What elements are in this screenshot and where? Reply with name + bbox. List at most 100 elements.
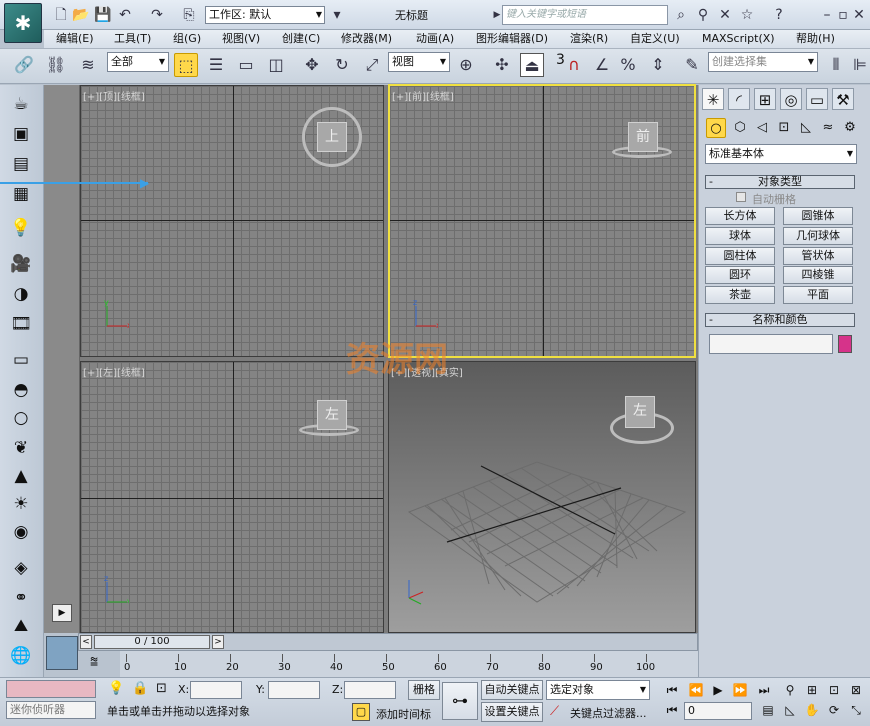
move-icon[interactable]: ✥ — [300, 53, 324, 77]
viewport-front[interactable]: [+][前][线框] 前 zx — [388, 84, 696, 358]
menu-graph-editors[interactable]: 图形编辑器(D) — [476, 31, 548, 47]
helpers-icon[interactable]: ◺ — [796, 118, 816, 138]
geometry-icon[interactable]: ○ — [706, 118, 726, 138]
diamond-grid-icon[interactable]: ◈ — [8, 556, 34, 580]
select-manipulate-icon[interactable]: ✣ — [490, 53, 514, 77]
display-tab-icon[interactable]: ▭ — [806, 88, 828, 110]
rotate-icon[interactable]: ↻ — [330, 53, 354, 77]
redo-icon[interactable]: ↷ — [148, 6, 166, 24]
menu-modifiers[interactable]: 修改器(M) — [341, 31, 392, 47]
search-input[interactable]: 键入关键字或短语 — [502, 5, 668, 25]
goto-start-icon[interactable]: ⏮ — [662, 681, 682, 699]
menu-tools[interactable]: 工具(T) — [114, 31, 151, 47]
object-category-select[interactable]: 标准基本体 ▼ — [705, 144, 857, 164]
render-frame-icon[interactable]: ▣ — [8, 122, 34, 146]
object-color-swatch[interactable] — [838, 335, 852, 353]
viewport-label[interactable]: [+][顶][线框] — [83, 88, 145, 103]
spinner-snap-icon[interactable]: ⇕ — [646, 53, 670, 77]
cameras-icon[interactable]: ⊡ — [774, 118, 794, 138]
angle-snap-icon[interactable]: ∠ — [590, 53, 614, 77]
favorites-star-icon[interactable]: ☆ — [738, 6, 756, 24]
pan-hand-icon[interactable]: ✋ — [802, 701, 822, 719]
viewport-layout-icon[interactable] — [46, 636, 78, 670]
close-icon[interactable]: ✕ — [850, 6, 868, 24]
keyboard-shortcut-override-icon[interactable]: ⏏ — [520, 53, 544, 77]
menu-edit[interactable]: 编辑(E) — [56, 31, 94, 47]
layer-manager-icon[interactable]: ▦ — [8, 182, 34, 206]
menu-help[interactable]: 帮助(H) — [796, 31, 835, 47]
new-file-icon[interactable]: 🗋 — [52, 6, 70, 24]
unlink-icon[interactable]: ⛓ — [44, 53, 68, 77]
help-icon[interactable]: ? — [770, 6, 788, 24]
cone-icon[interactable]: ▲ — [8, 464, 34, 488]
box-button[interactable]: 长方体 — [705, 207, 775, 225]
prev-key-icon[interactable]: ⏪ — [686, 681, 706, 699]
hierarchy-tab-icon[interactable]: ⊞ — [754, 88, 776, 110]
menu-customize[interactable]: 自定义(U) — [630, 31, 680, 47]
menu-views[interactable]: 视图(V) — [222, 31, 260, 47]
key-filters-button[interactable]: 关键点过滤器... — [570, 705, 647, 721]
next-key-icon[interactable]: ⏩ — [730, 681, 750, 699]
object-type-rollout[interactable]: - 对象类型 — [705, 175, 855, 189]
maximize-viewport-icon[interactable]: ⤡ — [846, 701, 866, 719]
y-coordinate-field[interactable] — [268, 681, 320, 699]
cone-button[interactable]: 圆锥体 — [783, 207, 853, 225]
edit-named-selection-icon[interactable]: ✎ — [680, 53, 704, 77]
viewcube[interactable]: 左 — [625, 396, 655, 428]
systems-icon[interactable]: ⚙ — [840, 118, 860, 138]
maxscript-mini-listener[interactable]: 迷你侦听器 — [6, 701, 96, 719]
subscription-icon[interactable]: ⚲ — [694, 6, 712, 24]
teapot-icon[interactable]: ☕ — [8, 92, 34, 116]
viewcube[interactable]: 前 — [628, 122, 658, 152]
frame-counter[interactable]: 0 / 100 — [94, 635, 210, 649]
viewport-perspective[interactable]: [+][透视][真实] 左 — [388, 361, 696, 633]
zoom-extents-all-icon[interactable]: ⊠ — [846, 681, 866, 699]
modify-tab-icon[interactable]: ◜ — [728, 88, 750, 110]
lock-selection-icon[interactable]: 🔒 — [132, 681, 148, 696]
named-selection-select[interactable]: 创建选择集 ▼ — [708, 52, 818, 72]
autogrid-checkbox[interactable] — [736, 192, 746, 202]
viewport-left[interactable]: [+][左][线框] 左 zy — [80, 361, 384, 633]
select-by-name-icon[interactable]: ☰ — [204, 53, 228, 77]
workspace-select[interactable]: 工作区: 默认 ▼ — [205, 6, 325, 24]
add-time-tag[interactable]: 添加时间标 — [376, 706, 431, 722]
lights-icon[interactable]: ◁ — [752, 118, 772, 138]
sphere-icon[interactable]: ○ — [8, 406, 34, 430]
shell-icon[interactable]: ❦ — [8, 436, 34, 460]
key-filter-curve-icon[interactable]: ⟋ — [550, 704, 559, 719]
geosphere-button[interactable]: 几何球体 — [783, 227, 853, 245]
auto-key-button[interactable]: 自动关键点 — [481, 680, 543, 700]
track-bar[interactable]: 0 10 20 30 40 50 60 70 80 90 100 — [120, 651, 698, 677]
viewcube[interactable]: 左 — [317, 400, 347, 430]
camera-icon[interactable]: 🎥 — [8, 252, 34, 276]
teapot-button[interactable]: 茶壶 — [705, 286, 775, 304]
create-tab-icon[interactable]: ✳ — [702, 88, 724, 110]
select-and-link-icon[interactable]: 🔗 — [12, 53, 36, 77]
key-mode-toggle-icon[interactable]: ⏮ — [662, 701, 682, 719]
binoculars-icon[interactable]: ⌕ — [672, 6, 690, 24]
x-coordinate-field[interactable] — [190, 681, 242, 699]
select-object-icon[interactable]: ⬚ — [174, 53, 198, 77]
light-bulb-icon[interactable]: 💡 — [8, 216, 34, 240]
orbit-icon[interactable]: ⟳ — [824, 701, 844, 719]
save-icon[interactable]: 💾 — [94, 6, 112, 24]
zoom-icon[interactable]: ⚲ — [780, 681, 800, 699]
sun-icon[interactable]: ☀ — [8, 492, 34, 516]
reference-coordinate-select[interactable]: 视图 ▼ — [388, 52, 450, 72]
utilities-tab-icon[interactable]: ⚒ — [832, 88, 854, 110]
set-key-icon[interactable]: ⊶ — [442, 682, 478, 720]
molecule-icon[interactable]: ⚭ — [8, 586, 34, 610]
globe-icon[interactable]: 🌐 — [8, 644, 34, 668]
viewport-top[interactable]: [+][顶][线框] 上 yx — [80, 85, 384, 357]
pivot-center-icon[interactable]: ⊕ — [454, 53, 478, 77]
snaps-toggle-icon[interactable]: ∩ — [562, 53, 586, 77]
gold-sphere-icon[interactable]: ◉ — [8, 520, 34, 544]
quick-access-dropdown-icon[interactable]: ▾ — [328, 6, 346, 24]
z-coordinate-field[interactable] — [344, 681, 396, 699]
app-logo-button[interactable]: ✱ — [4, 3, 42, 43]
motion-tab-icon[interactable]: ◎ — [780, 88, 802, 110]
scene-explorer-icon[interactable]: ▤ — [8, 152, 34, 176]
film-reel-icon[interactable]: 🎞 — [8, 312, 34, 336]
viewcube[interactable]: 上 — [317, 122, 347, 152]
grid-button[interactable]: 栅格 — [408, 680, 440, 700]
